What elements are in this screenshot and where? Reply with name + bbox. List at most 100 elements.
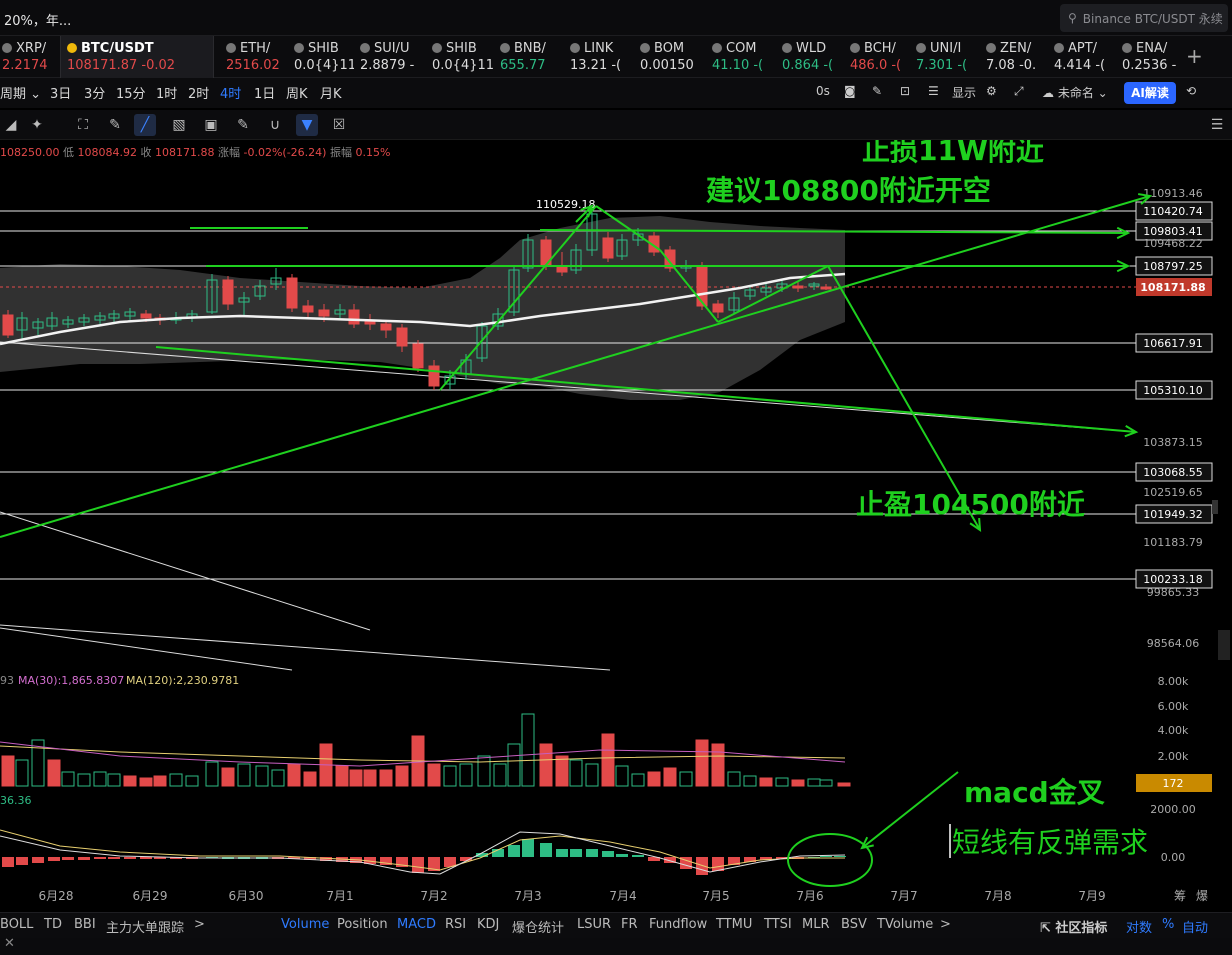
ticker-tab[interactable]: SUI/U 2.8879 - bbox=[356, 36, 426, 78]
timeframe-0[interactable]: 周期 ⌄ bbox=[0, 83, 41, 102]
ai-analysis-button[interactable]: AI解读 bbox=[1124, 82, 1176, 104]
countdown-label[interactable]: 0s bbox=[816, 84, 830, 98]
ticker-tab[interactable]: UNI/I 7.301 -( bbox=[912, 36, 980, 78]
indicator-tab[interactable]: Volume bbox=[281, 917, 329, 932]
macd-histogram-bar bbox=[124, 857, 136, 859]
indicator-tab[interactable]: FR bbox=[621, 917, 638, 932]
ticker-tab[interactable]: ENA/0.2536 - bbox=[1118, 36, 1182, 78]
ticker-tab[interactable]: BNB/655.77 bbox=[496, 36, 564, 78]
ticker-price: 2.8879 - bbox=[360, 58, 415, 73]
indicator-tab[interactable]: > bbox=[194, 917, 205, 932]
indicator-tab[interactable]: > bbox=[940, 917, 951, 932]
indicator-tab[interactable]: Position bbox=[337, 917, 388, 932]
volume-bar bbox=[303, 771, 317, 787]
add-tab-button[interactable]: + bbox=[1186, 44, 1203, 68]
timeframe-4[interactable]: 1时 bbox=[156, 83, 177, 102]
indicator-tab[interactable]: MACD bbox=[397, 917, 436, 932]
ticker-tab[interactable]: BTC/USDT 108171.87 -0.02 bbox=[60, 36, 214, 78]
trendline-white bbox=[0, 624, 611, 671]
ma120-label: MA(120):2,230.9781 bbox=[126, 674, 239, 687]
list-icon[interactable]: ☰ bbox=[928, 84, 939, 98]
volume-bar bbox=[647, 771, 661, 787]
price-level-label: 105310.10 bbox=[1143, 384, 1203, 397]
indicator-tab[interactable]: LSUR bbox=[577, 917, 611, 932]
magic-tool-icon[interactable]: ✦ bbox=[26, 114, 48, 136]
timeframe-9[interactable]: 月K bbox=[320, 83, 342, 102]
indicator-tab[interactable]: MLR bbox=[802, 917, 830, 932]
pen-icon[interactable]: ✎ bbox=[872, 84, 882, 98]
note-tool-icon[interactable]: ✎ bbox=[232, 114, 254, 136]
ticker-tab[interactable]: ETH/2516.02 bbox=[222, 36, 288, 78]
ticker-tab[interactable]: XRP/2.2174 bbox=[0, 36, 58, 78]
indicator-tab[interactable]: TD bbox=[44, 917, 62, 932]
candle-tool-icon[interactable]: ▧ bbox=[168, 114, 190, 136]
share-icon[interactable]: ⟲ bbox=[1186, 84, 1196, 98]
timeframe-2[interactable]: 3分 bbox=[84, 83, 105, 102]
ticker-tab[interactable]: BOM 0.00150 bbox=[636, 36, 706, 78]
camera-icon[interactable]: ◙ bbox=[844, 84, 856, 98]
indicator-tab[interactable]: 爆仓统计 bbox=[512, 917, 564, 936]
ticker-price: 7.08 -0. bbox=[986, 58, 1037, 73]
display-button[interactable]: 显示 bbox=[952, 84, 976, 101]
chart-option-2[interactable]: % bbox=[1162, 917, 1174, 932]
filter-tool-icon[interactable]: ▼ bbox=[296, 114, 318, 136]
layout-select[interactable]: ☁ 未命名 ⌄ bbox=[1042, 84, 1108, 101]
ticker-symbol-text: APT/ bbox=[1068, 40, 1098, 56]
volume-bar bbox=[77, 773, 91, 787]
ticker-tab[interactable]: WLD 0.864 -( bbox=[778, 36, 844, 78]
indicator-tab[interactable]: KDJ bbox=[477, 917, 499, 932]
ticker-tab[interactable]: SHIB 0.0{4}11 bbox=[428, 36, 494, 78]
indicator-tab[interactable]: BOLL bbox=[0, 917, 33, 932]
chart-option-0[interactable]: ⇱ 社区指标 bbox=[1040, 917, 1107, 936]
indicator-tab[interactable]: TVolume bbox=[877, 917, 933, 932]
ticker-tab[interactable]: ZEN/7.08 -0. bbox=[982, 36, 1048, 78]
ticker-symbol-text: LINK bbox=[584, 40, 614, 56]
price-axis-label: 101183.79 bbox=[1143, 536, 1203, 549]
indicator-tab[interactable]: TTSI bbox=[764, 917, 792, 932]
timeframe-6[interactable]: 4时 bbox=[220, 83, 241, 102]
ticker-symbol: ETH/ bbox=[226, 39, 288, 57]
indicator-tab[interactable]: BSV bbox=[841, 917, 867, 932]
gear-icon[interactable]: ⚙ bbox=[986, 84, 997, 98]
timeframe-5[interactable]: 2时 bbox=[188, 83, 209, 102]
ticker-tab[interactable]: SHIB 0.0{4}11 bbox=[290, 36, 354, 78]
ticker-symbol: BOM bbox=[640, 39, 706, 57]
indicator-tab[interactable]: 主力大单跟踪 bbox=[106, 917, 184, 936]
crop-tool-icon[interactable]: ⛶ bbox=[72, 114, 94, 136]
lock-tool-icon[interactable]: ▣ bbox=[200, 114, 222, 136]
scroll-handle bbox=[1212, 500, 1218, 514]
sidebar-toggle-icon[interactable]: ☰ bbox=[1206, 114, 1228, 136]
timeframe-7[interactable]: 1日 bbox=[254, 83, 275, 102]
timeframe-3[interactable]: 15分 bbox=[116, 83, 146, 102]
indicator-tab[interactable]: Fundflow bbox=[649, 917, 707, 932]
indicator-tab[interactable]: BBI bbox=[74, 917, 96, 932]
timeframe-8[interactable]: 周K bbox=[286, 83, 308, 102]
chart-option-3[interactable]: 自动 bbox=[1182, 917, 1208, 936]
candle-body bbox=[348, 309, 360, 325]
volume-bar bbox=[47, 759, 61, 787]
ticker-tab[interactable]: LINK 13.21 -( bbox=[566, 36, 634, 78]
pen-tool-icon[interactable]: ✎ bbox=[104, 114, 126, 136]
magnet-tool-icon[interactable]: ∪ bbox=[264, 114, 286, 136]
ruler-tool-icon[interactable]: ◢ bbox=[0, 114, 22, 136]
ticker-tab[interactable]: BCH/486.0 -( bbox=[846, 36, 910, 78]
bottom-strip: ✕ bbox=[0, 936, 1232, 955]
ticker-tab[interactable]: COM 41.10 -( bbox=[708, 36, 776, 78]
chart-option-1[interactable]: 对数 bbox=[1126, 917, 1152, 936]
trash-icon[interactable]: ☒ bbox=[328, 114, 350, 136]
indicator-tab[interactable]: TTMU bbox=[716, 917, 752, 932]
fullscreen-icon[interactable]: ⤢ bbox=[1014, 84, 1024, 99]
screenshot-icon[interactable]: ⊡ bbox=[900, 84, 910, 98]
macd-histogram-bar bbox=[632, 855, 644, 857]
timeframe-1[interactable]: 3日 bbox=[50, 83, 71, 102]
ticker-tab[interactable]: APT/4.414 -( bbox=[1050, 36, 1116, 78]
search-input[interactable]: ⚲ Binance BTC/USDT 永续 bbox=[1060, 4, 1228, 32]
date-label: 6月28 bbox=[39, 889, 74, 903]
axis-corner-label: 筹 bbox=[1174, 889, 1186, 903]
trendline-tool-icon[interactable]: ╱ bbox=[134, 114, 156, 136]
volume-bar bbox=[615, 765, 629, 787]
price-chart[interactable]: 110420.74109803.41108797.25106617.911053… bbox=[0, 140, 1232, 912]
candle-body bbox=[428, 365, 440, 387]
indicator-tab[interactable]: RSI bbox=[445, 917, 466, 932]
close-icon[interactable]: ✕ bbox=[4, 936, 15, 951]
